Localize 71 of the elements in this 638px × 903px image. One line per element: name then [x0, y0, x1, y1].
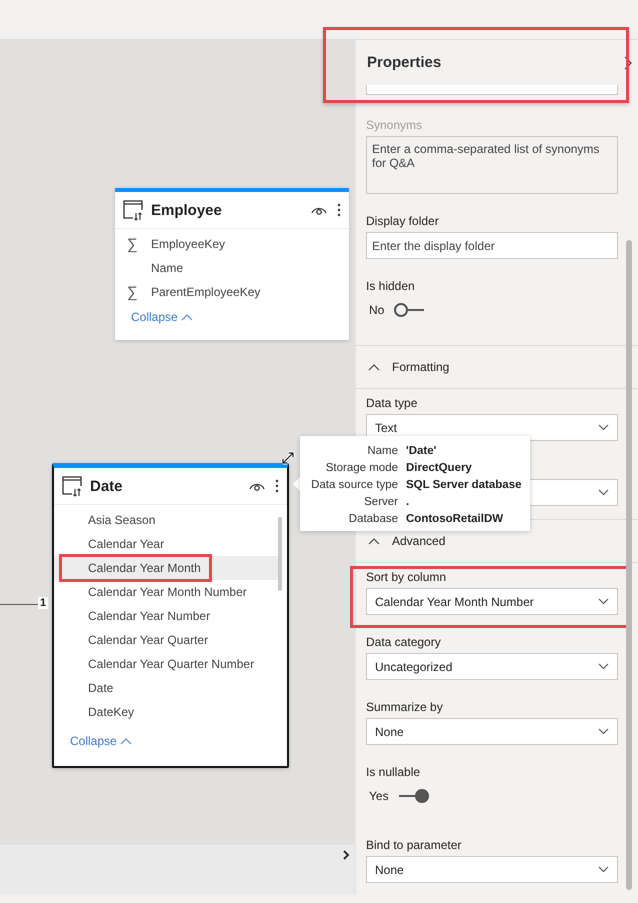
- collapse-link[interactable]: Collapse: [115, 304, 349, 330]
- toggle-switch[interactable]: [394, 303, 424, 317]
- chevron-down-icon[interactable]: [598, 663, 609, 670]
- table-icon: [62, 475, 84, 497]
- column-item[interactable]: Calendar Year Quarter Number: [54, 652, 279, 676]
- field-label: Display folder: [366, 214, 440, 228]
- column-item[interactable]: Calendar Year Number: [54, 604, 279, 628]
- chevron-down-icon[interactable]: [598, 598, 609, 605]
- chevron-right-icon[interactable]: [624, 56, 632, 70]
- chevron-down-icon[interactable]: [598, 424, 609, 431]
- field-label: Data category: [366, 635, 442, 649]
- sigma-icon: ∑: [127, 236, 138, 252]
- column-item[interactable]: ∑ EmployeeKey: [115, 232, 349, 256]
- column-item[interactable]: Date: [54, 676, 279, 700]
- collapse-link[interactable]: Collapse: [54, 724, 287, 754]
- cardinality-label: 1: [38, 597, 48, 609]
- toggle-state: Yes: [369, 789, 389, 803]
- chevron-up-icon[interactable]: [368, 537, 380, 545]
- column-item[interactable]: Asia Season: [54, 508, 279, 532]
- tooltip-value: DirectQuery: [406, 462, 472, 474]
- chevron-down-icon[interactable]: [598, 866, 609, 873]
- toggle-switch[interactable]: [398, 789, 429, 803]
- table-title: Employee: [151, 202, 223, 218]
- chevron-down-icon[interactable]: [598, 728, 609, 735]
- eye-icon[interactable]: [311, 205, 327, 215]
- caret-up-icon[interactable]: [180, 314, 193, 320]
- dropdown[interactable]: None: [366, 718, 618, 745]
- scrollbar[interactable]: [278, 517, 282, 591]
- table-title: Date: [90, 478, 124, 494]
- dropdown[interactable]: Calendar Year Month Number: [366, 588, 618, 615]
- table-icon: [123, 199, 145, 221]
- column-item[interactable]: ∑ ParentEmployeeKey: [115, 280, 349, 304]
- more-options-icon[interactable]: [275, 479, 279, 493]
- tooltip-value: SQL Server database: [406, 478, 522, 490]
- field-label: Data type: [366, 396, 418, 410]
- column-item[interactable]: Calendar Year Month Number: [54, 580, 279, 604]
- panel-title: Properties: [367, 54, 442, 71]
- chevron-down-icon[interactable]: [598, 489, 609, 496]
- eye-icon[interactable]: [249, 481, 265, 491]
- tooltip-key: Server: [300, 496, 398, 508]
- column-item[interactable]: Name: [115, 256, 349, 280]
- column-item[interactable]: Calendar Year Month: [54, 556, 279, 580]
- column-item[interactable]: Calendar Year Quarter: [54, 628, 279, 652]
- dropdown[interactable]: None: [366, 856, 618, 883]
- tooltip-value: .: [406, 496, 410, 508]
- chevron-up-icon[interactable]: [368, 363, 380, 371]
- field-label: Summarize by: [366, 700, 444, 714]
- input-field[interactable]: Enter the display folder: [366, 232, 618, 259]
- input-field[interactable]: [366, 85, 618, 95]
- sigma-icon: ∑: [127, 284, 138, 300]
- tooltip-key: Data source type: [300, 478, 398, 490]
- tooltip-key: Name: [300, 444, 398, 456]
- field-label: Is nullable: [366, 765, 422, 779]
- resize-arrow-icon[interactable]: [281, 451, 295, 465]
- field-label: Is hidden: [366, 279, 416, 293]
- dropdown[interactable]: Uncategorized: [366, 653, 618, 680]
- caret-up-icon[interactable]: [120, 738, 132, 744]
- tooltip-value: 'Date': [406, 444, 436, 456]
- relationship-line: [0, 604, 38, 605]
- field-label: Bind to parameter: [366, 838, 462, 852]
- table-card[interactable]: Date Asia Season Calendar Year Calendar Year Month Calendar Year Month Number Calendar Year Number Calendar Year Quarter Calendar Year Quarter Number Date DateKey Collapse: [52, 463, 289, 768]
- scrollbar[interactable]: [626, 240, 632, 890]
- chevron-right-icon[interactable]: [342, 850, 350, 860]
- table-card[interactable]: Employee ∑ EmployeeKey Name ∑ ParentEmployeeKey Collapse: [115, 188, 349, 340]
- more-options-icon[interactable]: [337, 203, 341, 217]
- column-item[interactable]: Calendar Year: [54, 532, 279, 556]
- toggle-state: No: [369, 303, 384, 317]
- tooltip-key: Storage mode: [300, 462, 398, 474]
- column-item[interactable]: DateKey: [54, 700, 279, 724]
- field-label: Synonyms: [366, 118, 424, 132]
- field-label: Sort by column: [366, 570, 448, 584]
